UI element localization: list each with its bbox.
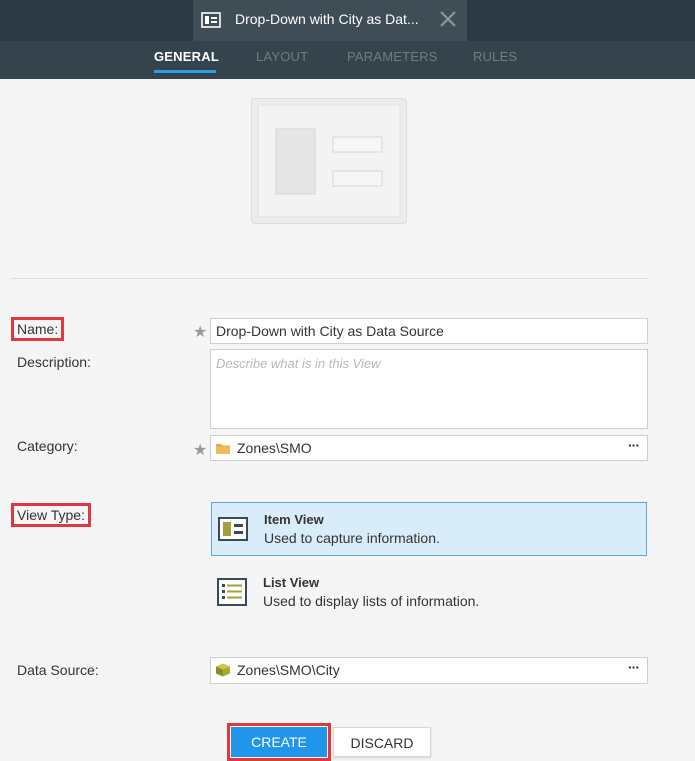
name-input[interactable]: Drop-Down with City as Data Source (210, 318, 648, 344)
category-label: Category: (17, 438, 78, 454)
close-icon[interactable] (437, 8, 459, 30)
data-source-value: Zones\SMO\City (237, 662, 340, 678)
required-star-icon: ★ (193, 324, 208, 341)
item-view-title: Item View (264, 512, 324, 527)
item-view-icon (218, 517, 248, 541)
item-view-illustration-icon (257, 104, 401, 218)
name-label: Name: (10, 317, 65, 341)
tab-parameters[interactable]: PARAMETERS (347, 49, 438, 64)
category-value: Zones\SMO (237, 440, 312, 456)
tab-layout[interactable]: LAYOUT (256, 49, 308, 64)
document-tab[interactable]: Drop-Down with City as Dat... (193, 0, 467, 41)
view-type-illustration (251, 98, 407, 224)
title-bar: Drop-Down with City as Dat... (0, 0, 695, 41)
discard-button[interactable]: DISCARD (333, 727, 431, 757)
tab-general[interactable]: GENERAL (154, 49, 219, 64)
category-picker[interactable]: Zones\SMO ··· (210, 435, 648, 461)
create-button[interactable]: CREATE (227, 723, 331, 761)
description-placeholder: Describe what is in this View (216, 356, 381, 371)
data-source-label: Data Source: (17, 662, 99, 678)
data-source-picker[interactable]: Zones\SMO\City ··· (210, 657, 648, 684)
required-star-icon: ★ (193, 442, 208, 459)
category-browse-button[interactable]: ··· (628, 437, 640, 453)
description-textarea[interactable]: Describe what is in this View (210, 349, 648, 429)
name-input-value: Drop-Down with City as Data Source (216, 323, 444, 339)
data-source-browse-button[interactable]: ··· (628, 659, 640, 675)
view-tabs: GENERAL LAYOUT PARAMETERS RULES (0, 41, 695, 79)
tab-rules[interactable]: RULES (473, 49, 517, 64)
folder-icon (216, 444, 230, 454)
list-view-description: Used to display lists of information. (263, 593, 480, 609)
item-view-description: Used to capture information. (264, 530, 440, 546)
description-label: Description: (17, 354, 91, 370)
view-type-item-view[interactable]: Item View Used to capture information. (211, 502, 647, 556)
list-view-title: List View (263, 575, 320, 590)
view-type-list-view[interactable]: List View Used to display lists of infor… (211, 566, 647, 620)
smartobject-icon (216, 663, 230, 677)
list-view-icon (217, 578, 247, 606)
item-view-icon (201, 12, 221, 28)
section-divider (11, 278, 648, 279)
document-tab-title: Drop-Down with City as Dat... (235, 11, 419, 27)
view-type-label: View Type: (11, 503, 91, 527)
active-tab-indicator (154, 70, 216, 73)
